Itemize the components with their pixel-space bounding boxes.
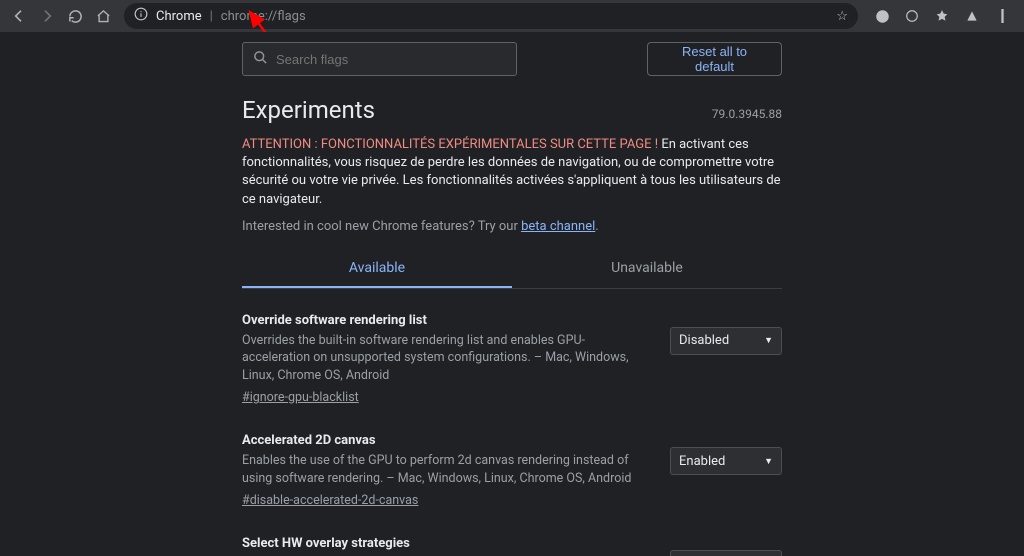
back-button[interactable] xyxy=(6,3,32,29)
extension-icon-1[interactable] xyxy=(904,8,920,24)
bookmark-star-icon[interactable]: ☆ xyxy=(836,9,848,24)
forward-button[interactable] xyxy=(34,3,60,29)
flag-title: Select HW overlay strategies xyxy=(242,536,642,551)
extension-icon-2[interactable] xyxy=(934,8,950,24)
reset-all-button[interactable]: Reset all to default xyxy=(647,42,782,76)
flag-item: Accelerated 2D canvas Enables the use of… xyxy=(242,433,782,508)
page-content: Reset all to default Experiments 79.0.39… xyxy=(0,32,1024,556)
flags-list: Override software rendering list Overrid… xyxy=(242,313,782,556)
profile-icon[interactable] xyxy=(874,8,890,24)
reload-button[interactable] xyxy=(62,3,88,29)
search-flags-field[interactable] xyxy=(276,52,506,67)
beta-channel-link[interactable]: beta channel xyxy=(521,219,595,234)
flag-state-select[interactable]: Enabled ▼ xyxy=(670,447,782,475)
flag-title: Accelerated 2D canvas xyxy=(242,433,642,448)
chrome-version: 79.0.3945.88 xyxy=(712,107,782,121)
tabs-bar: Available Unavailable xyxy=(242,250,782,289)
flag-item: Select HW overlay strategies Select stra… xyxy=(242,536,782,556)
warning-red-label: ATTENTION : FONCTIONNALITÉS EXPÉRIMENTAL… xyxy=(242,137,661,152)
home-button[interactable] xyxy=(90,3,116,29)
flag-state-select[interactable]: Disabled ▼ xyxy=(670,327,782,355)
flag-id-link[interactable]: #ignore-gpu-blacklist xyxy=(242,390,642,405)
flag-description: Enables the use of the GPU to perform 2d… xyxy=(242,452,642,487)
flag-state-select[interactable]: Default ▼ xyxy=(670,550,782,556)
search-icon xyxy=(253,50,268,69)
extension-icon-4[interactable] xyxy=(994,8,1010,24)
chevron-down-icon: ▼ xyxy=(764,335,773,346)
url-origin: Chrome xyxy=(156,9,202,24)
page-title: Experiments xyxy=(242,96,375,124)
flag-id-link[interactable]: #disable-accelerated-2d-canvas xyxy=(242,493,642,508)
beta-callout: Interested in cool new Chrome features? … xyxy=(242,219,782,234)
url-path: chrome://flags xyxy=(221,9,306,24)
flag-description: Overrides the built-in software renderin… xyxy=(242,332,642,385)
extension-icon-3[interactable] xyxy=(964,8,980,24)
extension-icons xyxy=(866,8,1018,24)
address-bar[interactable]: Chrome | chrome://flags ☆ xyxy=(124,3,858,29)
url-separator: | xyxy=(210,9,213,24)
tab-unavailable[interactable]: Unavailable xyxy=(512,250,782,288)
flag-title: Override software rendering list xyxy=(242,313,642,328)
chevron-down-icon: ▼ xyxy=(764,456,773,467)
warning-text: ATTENTION : FONCTIONNALITÉS EXPÉRIMENTAL… xyxy=(242,136,782,209)
search-flags-input[interactable] xyxy=(242,42,517,76)
flag-item: Override software rendering list Overrid… xyxy=(242,313,782,406)
site-info-icon[interactable] xyxy=(134,7,148,25)
browser-toolbar: Chrome | chrome://flags ☆ xyxy=(0,0,1024,32)
tab-available[interactable]: Available xyxy=(242,250,512,288)
